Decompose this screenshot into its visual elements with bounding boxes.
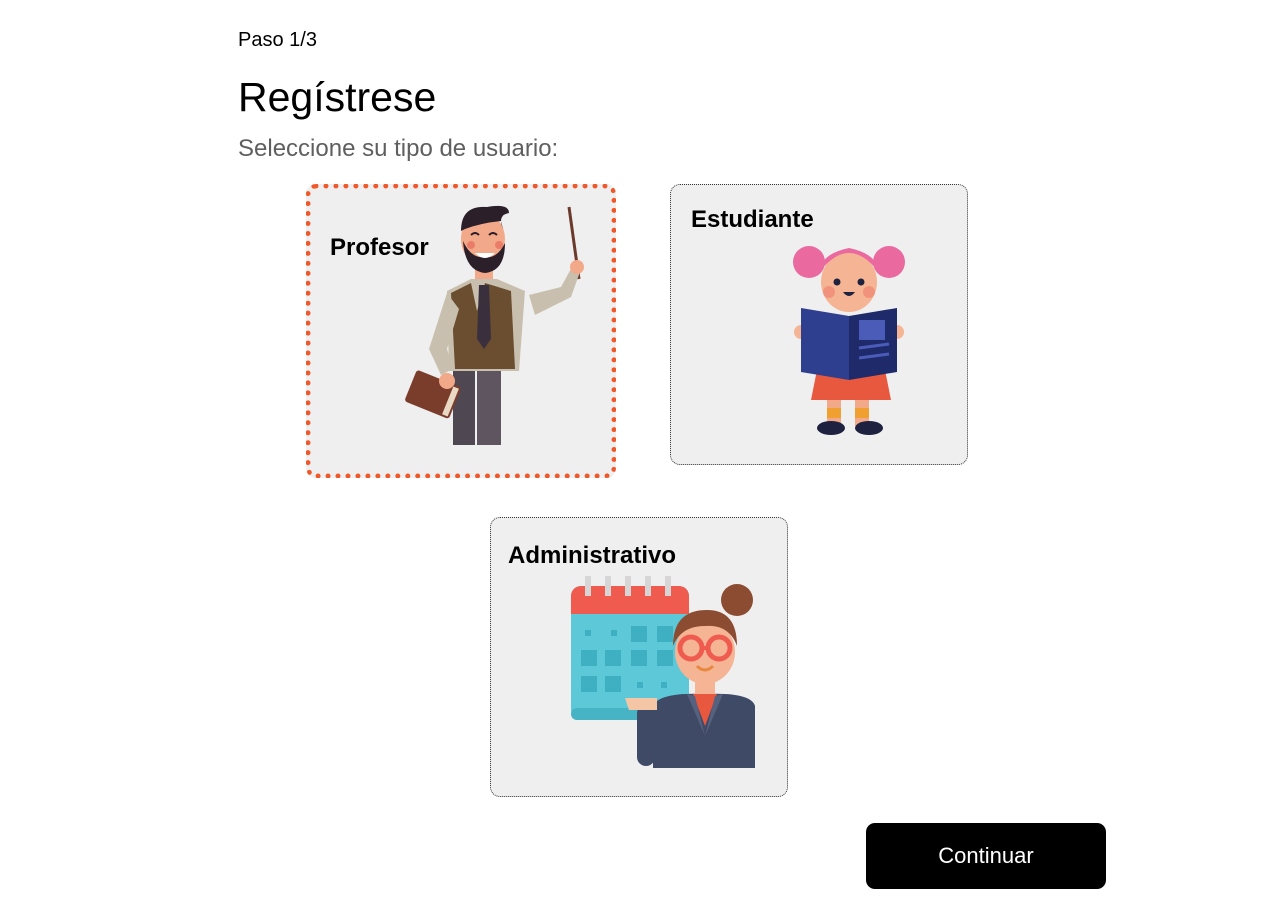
page-subtitle: Seleccione su tipo de usuario:: [238, 135, 559, 162]
teacher-illustration-icon: [405, 205, 584, 445]
continue-button[interactable]: Continuar: [866, 823, 1106, 889]
student-illustration-icon: [793, 246, 905, 435]
registration-page: Paso 1/3 Regístrese Seleccione su tipo d…: [0, 0, 1285, 912]
user-type-card-profesor[interactable]: Profesor: [306, 184, 616, 478]
user-type-label: Estudiante: [691, 206, 814, 233]
administrative-illustration-icon: [571, 576, 755, 768]
user-type-card-administrativo[interactable]: Administrativo: [490, 517, 788, 797]
user-type-label: Administrativo: [508, 542, 677, 569]
page-title: Regístrese: [238, 74, 437, 120]
user-type-card-estudiante[interactable]: Estudiante: [670, 184, 968, 465]
step-indicator: Paso 1/3: [238, 29, 317, 51]
